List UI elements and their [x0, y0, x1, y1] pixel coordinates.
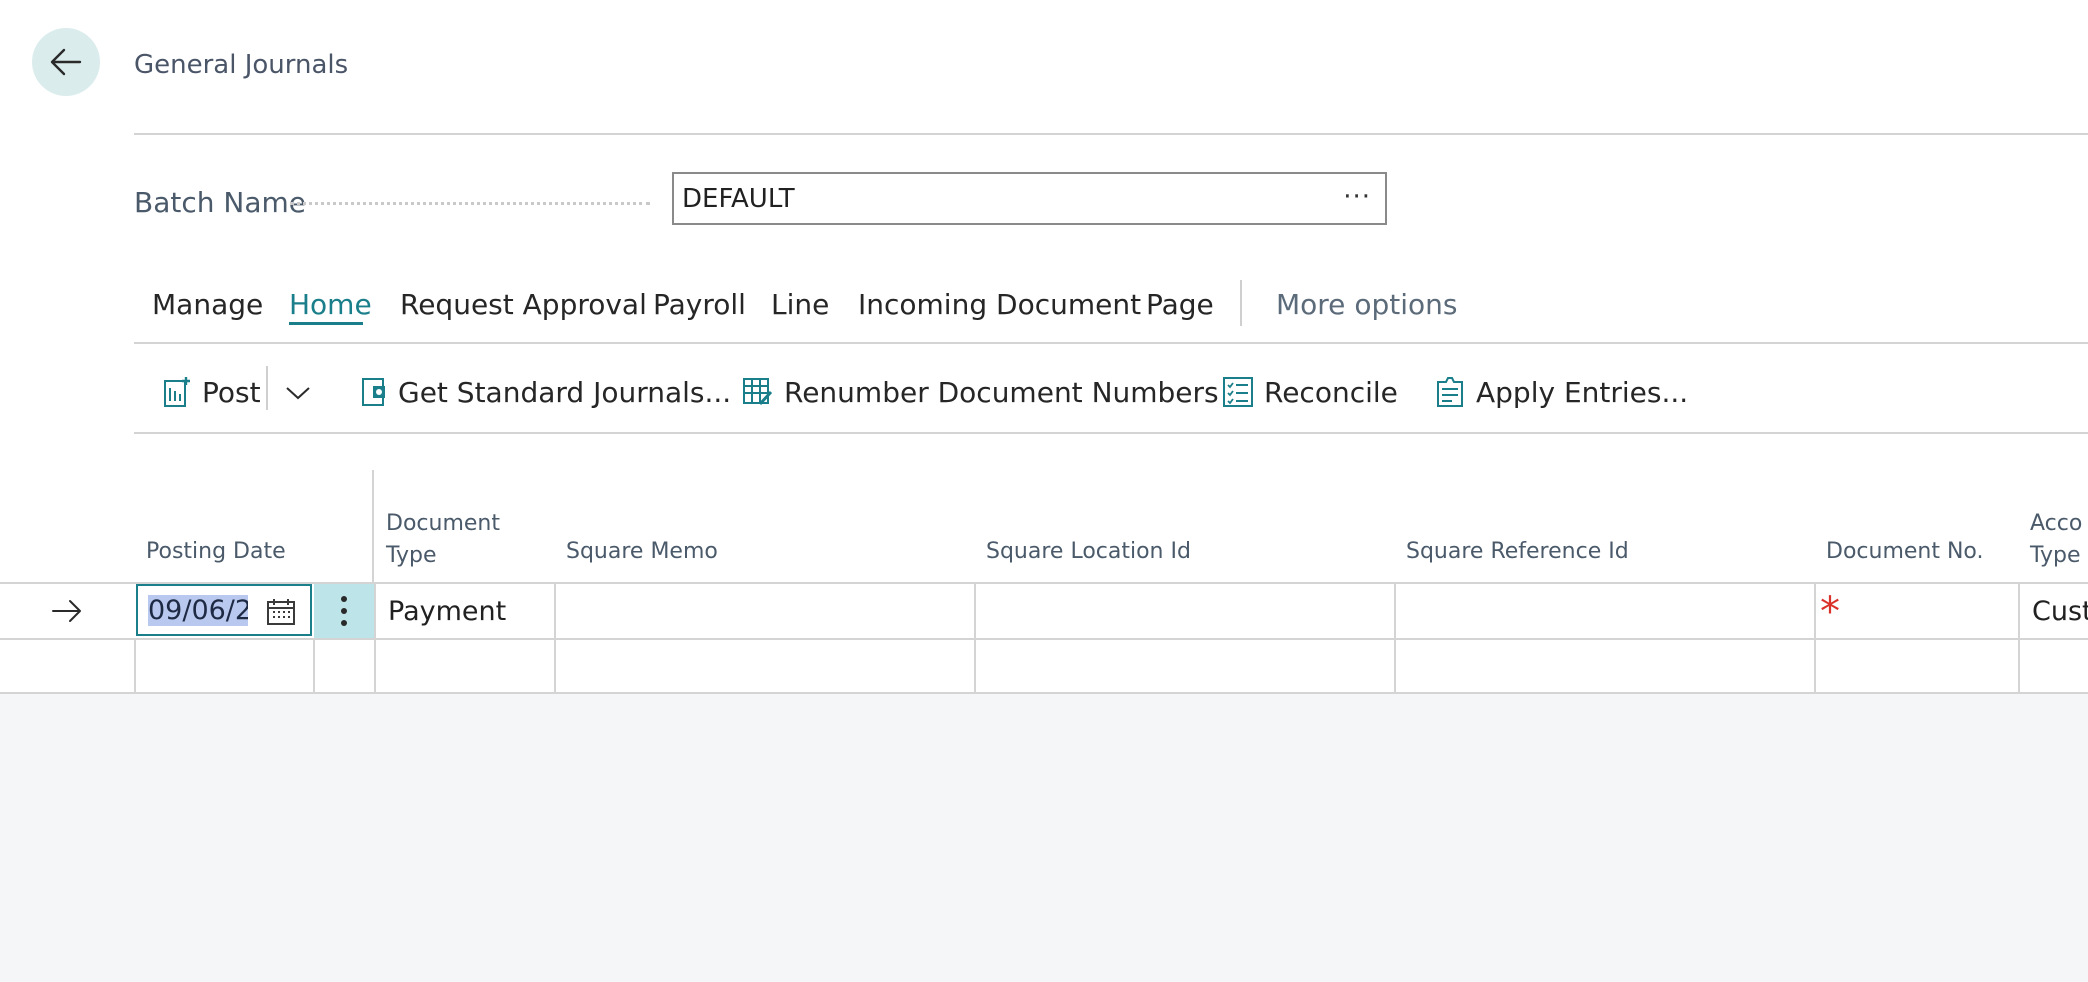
- page-title: General Journals: [134, 50, 349, 80]
- tab-request-approval[interactable]: Request Approval: [400, 288, 647, 321]
- renumber-label: Renumber Document Numbers: [784, 375, 1219, 409]
- column-header-account-type-line2[interactable]: Type: [2030, 540, 2081, 572]
- reconcile-button[interactable]: Reconcile: [1222, 372, 1398, 412]
- square-location-id-cell[interactable]: [976, 584, 1392, 638]
- tab-separator: [1240, 280, 1242, 326]
- apply-entries-label: Apply Entries...: [1476, 375, 1689, 409]
- reconcile-label: Reconcile: [1264, 375, 1398, 409]
- grid-col-line: [1814, 584, 1816, 694]
- apply-entries-button[interactable]: Apply Entries...: [1434, 372, 1688, 412]
- get-standard-journals-button[interactable]: Get Standard Journals...: [360, 372, 731, 412]
- column-header-posting-date[interactable]: Posting Date: [146, 536, 286, 568]
- grid-col-line: [313, 640, 315, 694]
- frozen-column-divider: [372, 470, 374, 582]
- batch-name-leader-dots: [290, 202, 650, 205]
- calendar-icon[interactable]: [266, 598, 296, 630]
- post-split-separator: [266, 366, 268, 410]
- grid-empty-area: [0, 694, 2088, 982]
- tab-page[interactable]: Page: [1146, 288, 1214, 321]
- chevron-down-icon: [286, 387, 310, 400]
- post-button[interactable]: Post: [162, 372, 261, 412]
- posting-date-input[interactable]: 09/06/20: [136, 584, 312, 636]
- grid-col-line: [374, 584, 376, 694]
- post-icon: [164, 377, 190, 407]
- column-header-square-reference-id[interactable]: Square Reference Id: [1406, 536, 1629, 568]
- renumber-document-numbers-button[interactable]: Renumber Document Numbers: [742, 372, 1219, 412]
- tab-payroll[interactable]: Payroll: [653, 288, 746, 321]
- tab-home[interactable]: Home: [289, 288, 372, 321]
- tabs-divider: [134, 342, 2088, 344]
- square-memo-cell[interactable]: [556, 584, 972, 638]
- reconcile-icon: [1223, 377, 1253, 407]
- column-header-document-type-line2[interactable]: Type: [386, 540, 437, 572]
- column-header-account-type-line1[interactable]: Acco: [2030, 508, 2082, 540]
- renumber-icon: [743, 378, 773, 406]
- document-type-cell[interactable]: Payment: [388, 596, 506, 627]
- tab-manage[interactable]: Manage: [152, 288, 263, 321]
- batch-lookup-button[interactable]: ···: [1343, 182, 1371, 212]
- back-button[interactable]: [32, 28, 100, 96]
- header-divider: [134, 133, 2088, 135]
- tab-line[interactable]: Line: [771, 288, 829, 321]
- post-dropdown-button[interactable]: [284, 372, 322, 412]
- get-standard-journals-label: Get Standard Journals...: [398, 375, 732, 409]
- column-header-square-memo[interactable]: Square Memo: [566, 536, 718, 568]
- grid-col-line: [2018, 584, 2020, 694]
- tab-more-options[interactable]: More options: [1276, 288, 1457, 321]
- arrow-left-icon: [50, 48, 82, 76]
- column-header-document-no[interactable]: Document No.: [1826, 536, 1984, 568]
- apply-entries-icon: [1437, 377, 1463, 407]
- posting-date-value: 09/06/20: [148, 594, 248, 626]
- batch-name-label: Batch Name: [134, 186, 306, 219]
- actions-divider: [134, 432, 2088, 434]
- tab-incoming-document[interactable]: Incoming Document: [858, 288, 1141, 321]
- more-vertical-icon: [341, 596, 347, 626]
- post-label: Post: [202, 375, 261, 409]
- row-actions-button[interactable]: [314, 584, 374, 638]
- grid-col-line: [134, 640, 136, 694]
- document-no-required-indicator: *: [1820, 589, 1840, 635]
- batch-name-value: DEFAULT: [682, 183, 795, 214]
- square-reference-id-cell[interactable]: [1396, 584, 1812, 638]
- standard-journal-icon: [362, 378, 385, 406]
- column-header-document-type-line1[interactable]: Document: [386, 508, 500, 540]
- account-type-cell[interactable]: Cust: [2032, 596, 2088, 627]
- column-header-square-location-id[interactable]: Square Location Id: [986, 536, 1191, 568]
- batch-name-field[interactable]: DEFAULT ···: [672, 172, 1387, 225]
- tab-home-underline: [289, 322, 363, 325]
- row-indicator-arrow-icon: [50, 596, 84, 630]
